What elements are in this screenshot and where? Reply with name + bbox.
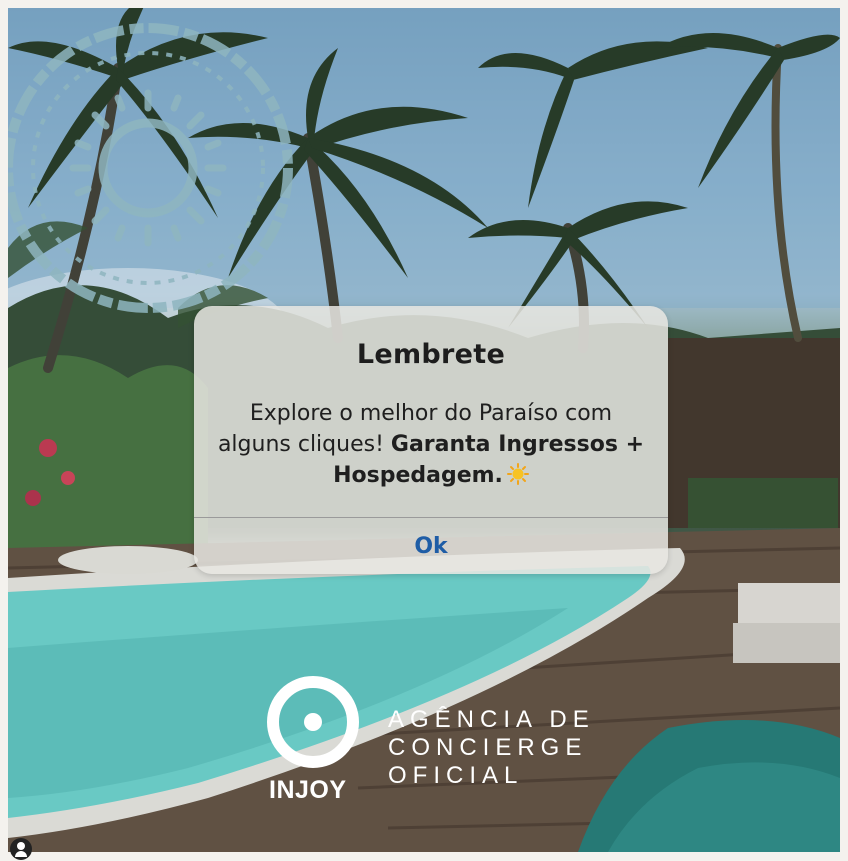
tagline-line: CONCIERGE (388, 734, 588, 761)
tagline-line: OFICIAL (388, 762, 524, 789)
sun-icon (506, 463, 529, 485)
tagline-line: AGÊNCIA DE (388, 706, 595, 733)
injoy-logo-icon (267, 676, 359, 768)
reminder-dialog: Lembrete Explore o melhor do Paraíso com… (194, 306, 668, 574)
sun-stamp-graphic (8, 23, 293, 313)
user-avatar-icon[interactable] (10, 838, 32, 860)
dialog-message: Explore o melhor do Paraíso com alguns c… (214, 398, 648, 491)
brand-name: INJOY (269, 776, 347, 804)
ok-button[interactable]: Ok (194, 518, 668, 574)
brand-tagline: AGÊNCIA DE CONCIERGE OFICIAL (388, 706, 595, 790)
dialog-title: Lembrete (356, 339, 506, 370)
